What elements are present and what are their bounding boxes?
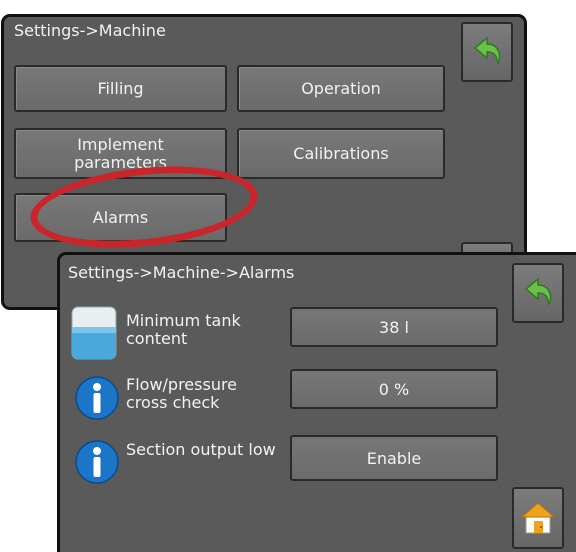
back-button[interactable] xyxy=(461,22,513,82)
info-icon xyxy=(75,376,119,420)
machine-screen-title: Settings->Machine xyxy=(14,21,166,40)
home-icon xyxy=(520,502,556,534)
filling-button[interactable]: Filling xyxy=(14,65,227,112)
flow-pressure-cross-check-field[interactable]: 0 % xyxy=(290,369,498,409)
row-label-flow-pressure-cross-check: Flow/pressure cross check xyxy=(126,375,238,412)
operation-button[interactable]: Operation xyxy=(237,65,445,112)
back-arrow-icon xyxy=(524,277,552,306)
alarms-settings-screen: Settings->Machine->Alarms Minimum tank c… xyxy=(57,252,576,552)
minimum-tank-content-field[interactable]: 38 l xyxy=(290,307,498,347)
back-arrow-icon xyxy=(473,36,501,65)
info-icon xyxy=(75,440,119,484)
alarms-screen-title: Settings->Machine->Alarms xyxy=(68,263,295,282)
home-button[interactable] xyxy=(512,487,564,549)
calibrations-button[interactable]: Calibrations xyxy=(237,128,445,179)
tank-icon xyxy=(71,306,117,360)
row-label-minimum-tank-content: Minimum tank content xyxy=(126,311,241,348)
back-button[interactable] xyxy=(512,263,564,323)
row-label-section-output-low: Section output low xyxy=(126,440,276,459)
section-output-low-field[interactable]: Enable xyxy=(290,435,498,481)
